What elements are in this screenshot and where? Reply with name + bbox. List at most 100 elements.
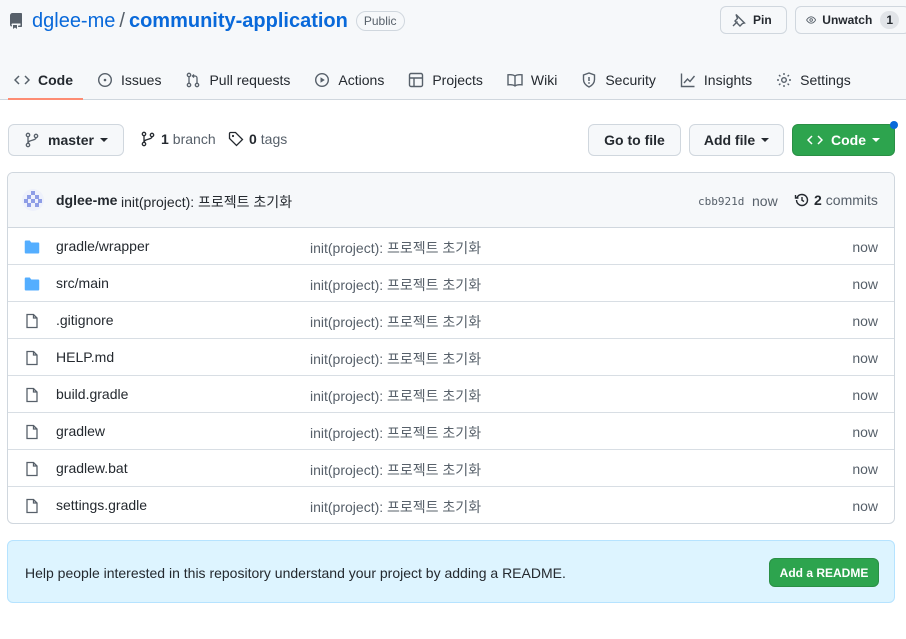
tab-label: Issues	[121, 72, 162, 88]
file-age: now	[852, 498, 878, 514]
file-icon	[26, 424, 38, 440]
file-commit-message-link[interactable]: init(project): 프로젝트 초기화	[310, 349, 481, 369]
file-icon	[26, 498, 38, 514]
file-age: now	[852, 387, 878, 403]
notification-dot	[890, 121, 898, 129]
file-row: settings.gradle init(project): 프로젝트 초기화 …	[8, 487, 894, 523]
tab-insights[interactable]: Insights	[674, 60, 764, 100]
file-commit-message-link[interactable]: init(project): 프로젝트 초기화	[310, 386, 481, 406]
chevron-down-icon	[872, 138, 880, 142]
code-button[interactable]: Code	[792, 124, 895, 156]
pin-label: Pin	[753, 13, 772, 27]
tab-issues[interactable]: Issues	[91, 60, 173, 100]
file-name-link[interactable]: gradlew	[56, 423, 105, 439]
chevron-down-icon	[761, 138, 770, 142]
branch-select-button[interactable]: master	[8, 124, 124, 156]
tab-label: Projects	[432, 72, 483, 88]
file-commit-message-link[interactable]: init(project): 프로젝트 초기화	[310, 497, 481, 517]
unwatch-button[interactable]: Unwatch 1	[795, 6, 906, 34]
graph-icon	[680, 73, 695, 88]
readme-prompt-banner: Help people interested in this repositor…	[7, 540, 895, 603]
tab-settings[interactable]: Settings	[770, 60, 863, 100]
file-row: build.gradle init(project): 프로젝트 초기화 now	[8, 376, 894, 413]
code-icon	[14, 75, 30, 85]
pin-icon	[732, 14, 746, 27]
file-row: gradle/wrapper init(project): 프로젝트 초기화 n…	[8, 228, 894, 265]
tag-count: 0	[249, 131, 257, 147]
add-file-button[interactable]: Add file	[689, 124, 784, 156]
file-row: gradlew.bat init(project): 프로젝트 초기화 now	[8, 450, 894, 487]
tab-label: Code	[38, 72, 73, 88]
tag-icon	[228, 131, 244, 147]
latest-commit-bar: dglee-me init(project): 프로젝트 초기화 cbb921d…	[8, 173, 894, 228]
commit-time: now	[752, 193, 778, 209]
commits-history-link[interactable]: 2 commits	[794, 192, 878, 208]
pin-button[interactable]: Pin	[720, 6, 787, 34]
file-icon	[26, 461, 38, 477]
pull-request-icon	[187, 72, 200, 88]
file-row: src/main init(project): 프로젝트 초기화 now	[8, 265, 894, 302]
eye-icon	[806, 16, 817, 24]
tab-code[interactable]: Code	[8, 60, 85, 100]
code-icon	[807, 135, 823, 145]
file-name-link[interactable]: settings.gradle	[56, 497, 147, 513]
tab-label: Security	[605, 72, 656, 88]
file-name-link[interactable]: gradlew.bat	[56, 460, 128, 476]
history-icon	[794, 193, 809, 207]
repo-owner-link[interactable]: dglee-me	[32, 10, 115, 33]
play-icon	[315, 72, 330, 88]
file-age: now	[852, 461, 878, 477]
file-commit-message-link[interactable]: init(project): 프로젝트 초기화	[310, 423, 481, 443]
file-age: now	[852, 424, 878, 440]
file-name-link[interactable]: .gitignore	[56, 312, 114, 328]
tags-link[interactable]: 0 tags	[228, 131, 287, 147]
add-readme-button[interactable]: Add a README	[769, 558, 879, 587]
branch-icon	[141, 131, 155, 147]
branch-count: 1	[161, 131, 169, 147]
file-commit-message-link[interactable]: init(project): 프로젝트 초기화	[310, 275, 481, 295]
tab-label: Wiki	[530, 72, 558, 88]
commit-author-link[interactable]: dglee-me	[56, 192, 117, 208]
commit-count: 2	[814, 192, 822, 208]
repo-nav-tabs: Code Issues Pull requests Actions Projec…	[8, 60, 869, 100]
commit-message-link[interactable]: init(project): 프로젝트 초기화	[121, 192, 292, 212]
repo-icon	[9, 13, 22, 29]
file-age: now	[852, 239, 878, 255]
shield-icon	[583, 72, 596, 88]
file-commit-message-link[interactable]: init(project): 프로젝트 초기화	[310, 312, 481, 332]
repo-title: dglee-me / community-application Public	[8, 8, 405, 34]
code-button-label: Code	[831, 132, 866, 148]
file-row: gradlew init(project): 프로젝트 초기화 now	[8, 413, 894, 450]
file-list: dglee-me init(project): 프로젝트 초기화 cbb921d…	[7, 172, 895, 524]
tab-actions[interactable]: Actions	[308, 60, 396, 100]
add-file-label: Add file	[703, 132, 756, 148]
file-icon	[26, 313, 38, 329]
tab-label: Settings	[800, 72, 851, 88]
file-commit-message-link[interactable]: init(project): 프로젝트 초기화	[310, 460, 481, 480]
commit-sha-link[interactable]: cbb921d	[698, 195, 744, 208]
file-age: now	[852, 313, 878, 329]
file-name-link[interactable]: HELP.md	[56, 349, 114, 365]
tab-pull-requests[interactable]: Pull requests	[179, 60, 302, 100]
chevron-down-icon	[99, 138, 108, 142]
branches-link[interactable]: 1 branch	[140, 131, 216, 147]
tab-wiki[interactable]: Wiki	[501, 60, 569, 100]
file-commit-message-link[interactable]: init(project): 프로젝트 초기화	[310, 238, 481, 258]
avatar[interactable]	[22, 189, 44, 211]
tag-word: tags	[260, 131, 288, 147]
branch-word: branch	[172, 131, 216, 147]
commit-word: commits	[825, 192, 878, 208]
file-age: now	[852, 276, 878, 292]
file-name-link[interactable]: gradle/wrapper	[56, 238, 149, 254]
file-icon	[26, 350, 38, 366]
file-age: now	[852, 350, 878, 366]
file-name-link[interactable]: build.gradle	[56, 386, 128, 402]
gear-icon	[777, 73, 792, 87]
tab-projects[interactable]: Projects	[402, 60, 495, 100]
repo-name-link[interactable]: community-application	[129, 10, 348, 33]
file-name-link[interactable]: src/main	[56, 275, 109, 291]
repo-header: dglee-me / community-application Public …	[0, 0, 906, 100]
path-separator: /	[119, 9, 125, 32]
go-to-file-button[interactable]: Go to file	[588, 124, 681, 156]
tab-security[interactable]: Security	[575, 60, 668, 100]
